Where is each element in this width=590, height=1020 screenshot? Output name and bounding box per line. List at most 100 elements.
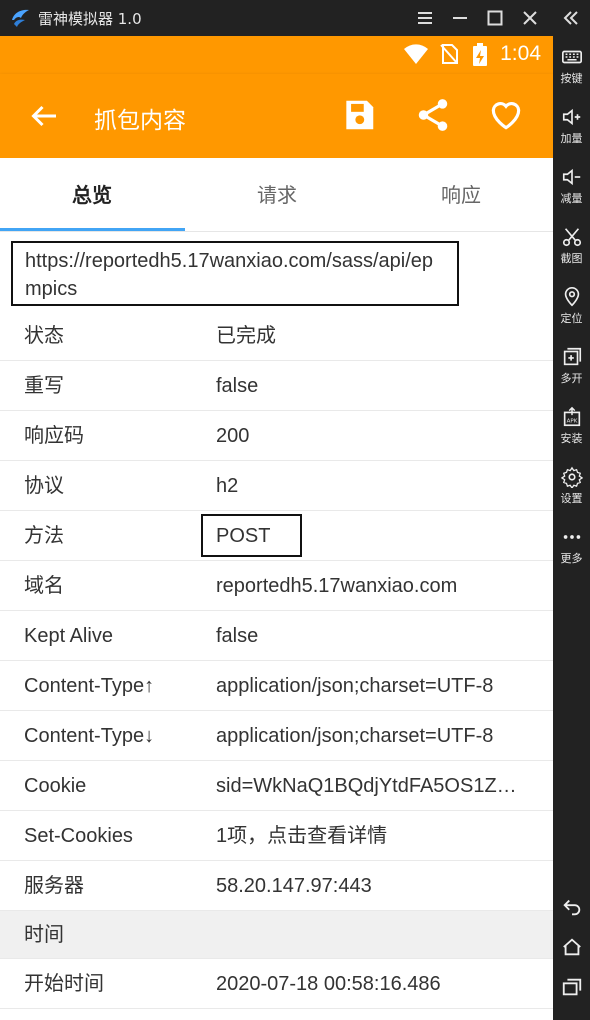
- back-arrow-icon: [562, 899, 580, 916]
- row-value: 2020-07-18 00:58:16.486: [216, 973, 441, 995]
- row-value: 58.20.147.97:443: [216, 875, 372, 897]
- recents-icon: [562, 978, 581, 996]
- section-title: 时间: [24, 924, 64, 946]
- share-icon[interactable]: [414, 96, 452, 134]
- side-settings-button[interactable]: 设置: [553, 466, 590, 506]
- close-icon[interactable]: [518, 6, 542, 30]
- row-key: 协议: [24, 475, 64, 497]
- side-keyboard-button[interactable]: 按键: [553, 46, 590, 86]
- list-item[interactable]: Set-Cookies 1项，点击查看详情: [0, 811, 553, 861]
- side-item-label: 多开: [560, 372, 583, 385]
- request-url[interactable]: https://reportedh5.17wanxiao.com/sass/ap…: [11, 241, 459, 306]
- row-value: 1项，点击查看详情: [216, 825, 388, 847]
- list-item: 协议 h2: [0, 461, 553, 511]
- save-icon[interactable]: [340, 96, 378, 134]
- detail-list: 状态 已完成 重写 false 响应码 200 协议 h2 方法 POST 域名…: [0, 311, 553, 1009]
- side-item-label: 安装: [560, 432, 583, 445]
- collapse-panel-icon[interactable]: [559, 6, 583, 30]
- status-time: 1:04: [500, 42, 541, 65]
- tab-request[interactable]: 请求: [185, 158, 369, 232]
- row-value: h2: [216, 475, 239, 497]
- app-bar: 抓包内容: [0, 74, 553, 158]
- list-item: 开始时间 2020-07-18 00:58:16.486: [0, 959, 553, 1009]
- side-more-button[interactable]: 更多: [553, 526, 590, 566]
- list-item: 方法 POST: [0, 511, 553, 561]
- wifi-icon: [404, 44, 428, 64]
- more-dots-icon: [563, 535, 580, 539]
- list-item: Content-Type↓ application/json;charset=U…: [0, 711, 553, 761]
- location-pin-icon: [564, 287, 579, 307]
- side-location-button[interactable]: 定位: [553, 286, 590, 326]
- maximize-icon[interactable]: [483, 6, 507, 30]
- emulator-titlebar: 雷神模拟器 1.0: [0, 0, 590, 36]
- side-item-label: 减量: [560, 192, 583, 205]
- scissors-icon: [562, 228, 581, 247]
- svg-text:APK: APK: [566, 419, 577, 425]
- side-volume-down-button[interactable]: 减量: [553, 166, 590, 206]
- tab-overview[interactable]: 总览: [0, 158, 184, 232]
- row-key: 方法: [24, 525, 64, 547]
- list-item[interactable]: Cookie sid=WkNaQ1BQdjYtdFA5OS1Z…: [0, 761, 553, 811]
- row-key: 服务器: [24, 875, 84, 897]
- emulator-title: 雷神模拟器 1.0: [38, 10, 142, 28]
- page-title: 抓包内容: [94, 108, 186, 134]
- tab-bar: 总览 请求 响应: [0, 158, 553, 232]
- volume-down-icon: [562, 168, 580, 186]
- minimize-icon[interactable]: [448, 6, 472, 30]
- battery-charging-icon: [473, 43, 487, 66]
- menu-icon[interactable]: [413, 6, 437, 30]
- side-item-label: 定位: [560, 312, 583, 325]
- list-item: 域名 reportedh5.17wanxiao.com: [0, 561, 553, 611]
- row-value: 已完成: [216, 325, 276, 347]
- keyboard-icon: [561, 50, 582, 64]
- multi-window-icon: [563, 347, 581, 366]
- side-install-apk-button[interactable]: APK 安装: [553, 406, 590, 446]
- side-item-label: 设置: [560, 492, 583, 505]
- list-item: 服务器 58.20.147.97:443: [0, 861, 553, 911]
- row-key: 状态: [24, 325, 64, 347]
- side-item-label: 按键: [560, 72, 583, 85]
- gear-icon: [560, 466, 583, 488]
- row-value: application/json;charset=UTF-8: [216, 675, 494, 697]
- side-item-label: 加量: [560, 132, 583, 145]
- side-item-label: 截图: [560, 252, 583, 265]
- home-icon: [562, 938, 581, 956]
- section-header: 时间: [0, 911, 553, 959]
- row-key: Content-Type↑: [24, 675, 155, 697]
- side-volume-up-button[interactable]: 加量: [553, 106, 590, 146]
- list-item: Content-Type↑ application/json;charset=U…: [0, 661, 553, 711]
- side-multi-instance-button[interactable]: 多开: [553, 346, 590, 386]
- android-recents-button[interactable]: [553, 976, 590, 1004]
- row-value: POST: [216, 525, 271, 547]
- row-key: 响应码: [24, 425, 84, 447]
- row-value: 200: [216, 425, 250, 447]
- row-key: Set-Cookies: [24, 825, 133, 847]
- heart-icon[interactable]: [487, 96, 525, 134]
- row-value: application/json;charset=UTF-8: [216, 725, 494, 747]
- row-value: false: [216, 625, 259, 647]
- back-arrow-button[interactable]: [26, 98, 62, 134]
- tab-indicator: [0, 228, 185, 231]
- android-home-button[interactable]: [553, 936, 590, 964]
- android-screen: 1:04 抓包内容 总览 请求 响应 https://reportedh5.17…: [0, 36, 553, 1020]
- apk-install-icon: APK: [563, 406, 580, 427]
- row-key: Kept Alive: [24, 625, 113, 647]
- row-key: 域名: [24, 575, 64, 597]
- emulator-side-panel: 按键 加量 减量 截图 定位 多开 APK 安装 设置 更多: [553, 36, 590, 1020]
- list-item: 重写 false: [0, 361, 553, 411]
- row-key: Cookie: [24, 775, 87, 797]
- row-key: 重写: [24, 375, 64, 397]
- no-sim-icon: [440, 44, 458, 64]
- row-value: reportedh5.17wanxiao.com: [216, 575, 458, 597]
- list-item: 响应码 200: [0, 411, 553, 461]
- side-screenshot-button[interactable]: 截图: [553, 226, 590, 266]
- emulator-logo-icon: [12, 9, 29, 27]
- volume-up-icon: [562, 108, 580, 126]
- row-key: Content-Type↓: [24, 725, 155, 747]
- status-bar: 1:04: [0, 36, 553, 74]
- android-back-button[interactable]: [553, 896, 590, 924]
- list-item: 状态 已完成: [0, 311, 553, 361]
- list-item: Kept Alive false: [0, 611, 553, 661]
- tab-response[interactable]: 响应: [369, 158, 553, 232]
- row-key: 开始时间: [24, 973, 104, 995]
